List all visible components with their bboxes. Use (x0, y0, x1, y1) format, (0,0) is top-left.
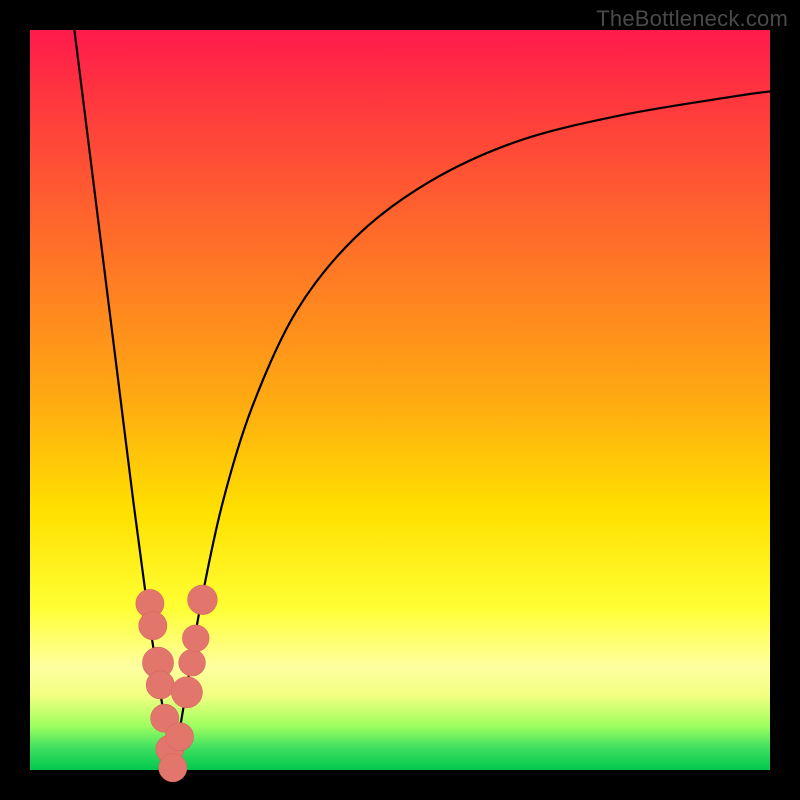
data-marker (188, 585, 218, 615)
plot-area (30, 30, 770, 770)
watermark-text: TheBottleneck.com (596, 6, 788, 32)
bottleneck-curve-right (173, 91, 770, 770)
data-marker (182, 625, 209, 652)
data-marker (146, 671, 174, 699)
chart-frame: TheBottleneck.com (0, 0, 800, 800)
data-marker (159, 754, 187, 782)
data-marker (165, 723, 193, 751)
data-marker (139, 612, 167, 640)
data-marker (171, 677, 202, 708)
data-marker (179, 649, 206, 676)
curve-layer (30, 30, 770, 770)
data-markers (136, 585, 217, 782)
